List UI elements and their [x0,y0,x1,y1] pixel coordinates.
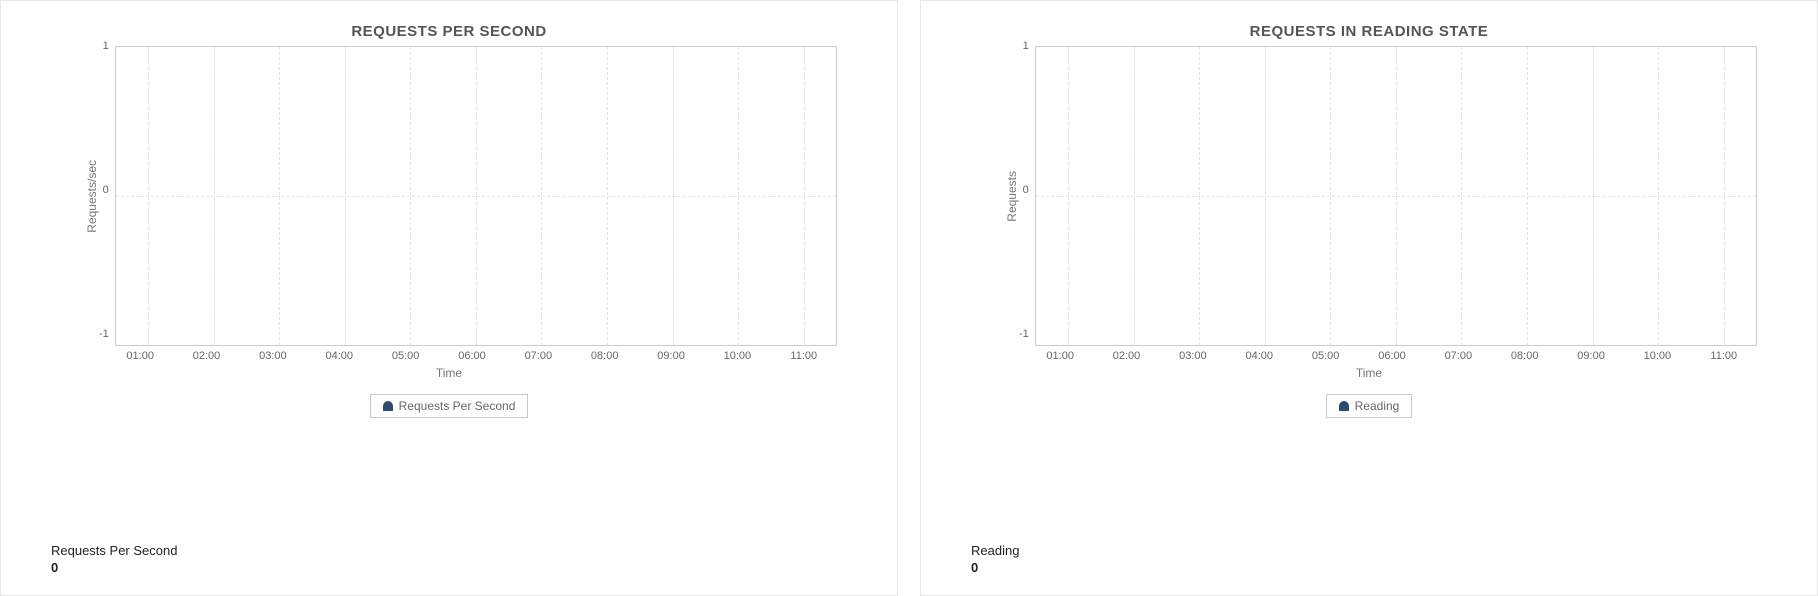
gridline-v [738,47,739,345]
x-tick: 10:00 [1624,350,1690,362]
plot-area [1035,46,1757,346]
x-tick: 09:00 [638,350,704,362]
y-tick: 1 [103,40,109,52]
x-tick: 07:00 [1425,350,1491,362]
y-axis-label: Requests [1001,171,1019,222]
gridline-v [345,47,346,345]
x-axis-label: Time [21,366,877,380]
x-tick: 05:00 [1292,350,1358,362]
gridline-v [1527,47,1528,345]
chart-title: REQUESTS PER SECOND [21,23,877,40]
x-tick: 11:00 [1691,350,1757,362]
x-tick: 03:00 [1160,350,1226,362]
y-tick: 1 [1023,40,1029,52]
x-tick: 08:00 [1492,350,1558,362]
stat-value: 0 [51,560,877,575]
gridline-v [1396,47,1397,345]
x-tick: 06:00 [1359,350,1425,362]
gridline-v [410,47,411,345]
y-tick: -1 [1019,328,1029,340]
legend: Requests Per Second [21,394,877,418]
legend-item[interactable]: Reading [1326,394,1413,418]
stat-block: Requests Per Second 0 [21,519,877,575]
y-tick: -1 [99,328,109,340]
legend-item[interactable]: Requests Per Second [370,394,529,418]
x-tick: 01:00 [1027,350,1093,362]
y-axis-ticks: 1 0 -1 [1019,40,1035,340]
x-tick: 06:00 [439,350,505,362]
chart-area: Requests 1 0 -1 [1001,46,1757,346]
legend-swatch-icon [1339,401,1349,411]
y-tick: 0 [1023,184,1029,196]
chart-panel-requests-reading-state: REQUESTS IN READING STATE Requests 1 0 -… [920,0,1818,596]
x-tick: 01:00 [107,350,173,362]
legend-label: Reading [1355,399,1400,413]
gridline-v [279,47,280,345]
x-axis-ticks: 01:00 02:00 03:00 04:00 05:00 06:00 07:0… [1027,346,1757,364]
gridline-v [673,47,674,345]
legend-label: Requests Per Second [399,399,516,413]
gridline-v [148,47,149,345]
plot-area [115,46,837,346]
legend: Reading [941,394,1797,418]
gridline-v [1593,47,1594,345]
y-axis-label: Requests/sec [81,160,99,233]
gridline-v [1265,47,1266,345]
stat-label: Requests Per Second [51,543,877,558]
stat-label: Reading [971,543,1797,558]
x-tick: 04:00 [306,350,372,362]
gridline-v [804,47,805,345]
x-tick: 02:00 [1093,350,1159,362]
stat-value: 0 [971,560,1797,575]
x-axis-label: Time [941,366,1797,380]
chart-area: Requests/sec 1 0 -1 [81,46,837,346]
y-tick: 0 [103,184,109,196]
x-tick: 10:00 [704,350,770,362]
x-tick: 04:00 [1226,350,1292,362]
x-tick: 05:00 [372,350,438,362]
gridline-v [607,47,608,345]
chart-panel-requests-per-second: REQUESTS PER SECOND Requests/sec 1 0 -1 … [0,0,898,596]
gridline-v [1199,47,1200,345]
gridline-v [1134,47,1135,345]
gridline-v [541,47,542,345]
x-axis-ticks: 01:00 02:00 03:00 04:00 05:00 06:00 07:0… [107,346,837,364]
x-tick: 07:00 [505,350,571,362]
gridline-v [1068,47,1069,345]
gridline-v [1461,47,1462,345]
x-tick: 11:00 [771,350,837,362]
x-tick: 08:00 [572,350,638,362]
gridline-v [1724,47,1725,345]
gridline-v [476,47,477,345]
y-axis-ticks: 1 0 -1 [99,40,115,340]
x-tick: 03:00 [240,350,306,362]
chart-title: REQUESTS IN READING STATE [941,23,1797,40]
gridline-v [214,47,215,345]
gridline-v [1330,47,1331,345]
stat-block: Reading 0 [941,519,1797,575]
gridline-v [1658,47,1659,345]
x-tick: 02:00 [173,350,239,362]
x-tick: 09:00 [1558,350,1624,362]
legend-swatch-icon [383,401,393,411]
